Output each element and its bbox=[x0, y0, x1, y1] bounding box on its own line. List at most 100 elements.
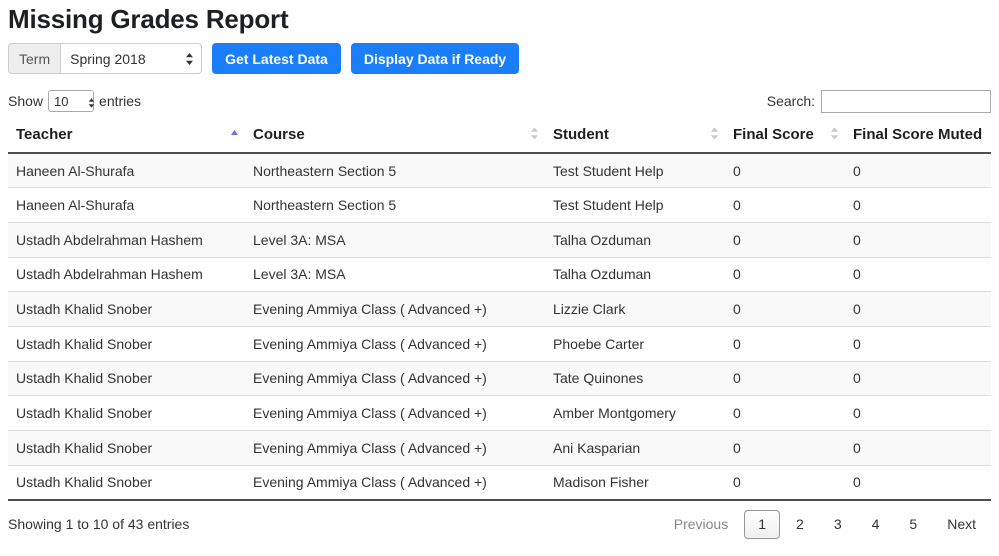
pagination-next[interactable]: Next bbox=[933, 510, 990, 539]
search-label: Search: bbox=[766, 93, 815, 109]
cell-course: Evening Ammiya Class ( Advanced +) bbox=[245, 395, 545, 431]
cell-final-score: 0 bbox=[725, 221, 845, 258]
column-header-student[interactable]: Student bbox=[545, 122, 725, 154]
cell-final-score-muted: 0 bbox=[845, 153, 991, 188]
cell-final-score-muted: 0 bbox=[845, 325, 991, 362]
cell-course: Level 3A: MSA bbox=[245, 256, 545, 292]
term-input-group: Term Spring 2018 bbox=[8, 43, 203, 74]
page-title: Missing Grades Report bbox=[8, 4, 289, 34]
sort-none-icon bbox=[710, 127, 719, 140]
pagination-page[interactable]: 4 bbox=[858, 510, 894, 539]
get-latest-data-button[interactable]: Get Latest Data bbox=[212, 43, 341, 74]
column-label: Final Score Muted bbox=[853, 126, 983, 143]
cell-student: Amber Montgomery bbox=[545, 395, 725, 431]
cell-student: Test Student Help bbox=[545, 187, 725, 223]
column-header-course[interactable]: Course bbox=[245, 122, 545, 154]
cell-final-score: 0 bbox=[725, 464, 845, 501]
page-length-control: Show 10 entries bbox=[8, 90, 141, 112]
missing-grades-table: Teacher Course Student Final Score Final… bbox=[8, 122, 991, 501]
cell-course: Evening Ammiya Class ( Advanced +) bbox=[245, 325, 545, 362]
show-label: Show bbox=[8, 93, 44, 109]
cell-final-score-muted: 0 bbox=[845, 430, 991, 466]
term-select[interactable]: Spring 2018 bbox=[60, 43, 203, 74]
table-row: Ustadh Khalid Snober Evening Ammiya Class… bbox=[8, 291, 991, 327]
cell-teacher: Haneen Al-Shurafa bbox=[8, 187, 245, 223]
cell-teacher: Ustadh Khalid Snober bbox=[8, 430, 245, 466]
cell-student: Talha Ozduman bbox=[545, 221, 725, 258]
pagination-page[interactable]: 2 bbox=[782, 510, 818, 539]
column-label: Teacher bbox=[16, 126, 73, 143]
datatable-toolbar: Show 10 entries Search: bbox=[8, 88, 991, 114]
cell-course: Northeastern Section 5 bbox=[245, 187, 545, 223]
table-body: Haneen Al-Shurafa Northeastern Section 5T… bbox=[8, 153, 991, 501]
cell-teacher: Ustadh Abdelrahman Hashem bbox=[8, 221, 245, 258]
table-row: Haneen Al-Shurafa Northeastern Section 5T… bbox=[8, 153, 991, 188]
cell-course: Evening Ammiya Class ( Advanced +) bbox=[245, 464, 545, 501]
cell-student: Tate Quinones bbox=[545, 360, 725, 396]
table-row: Ustadh Abdelrahman Hashem Level 3A: MSA Ta… bbox=[8, 256, 991, 292]
cell-final-score-muted: 0 bbox=[845, 360, 991, 396]
pagination-page[interactable]: 1 bbox=[744, 509, 781, 539]
table-row: Ustadh Khalid Snober Evening Ammiya Class… bbox=[8, 395, 991, 431]
entries-label: entries bbox=[99, 93, 142, 109]
cell-teacher: Ustadh Khalid Snober bbox=[8, 395, 245, 431]
missing-grades-report-page: Missing Grades Report Term Spring 2018 G… bbox=[0, 0, 999, 556]
search-control: Search: bbox=[766, 89, 991, 113]
sort-none-icon bbox=[830, 127, 839, 140]
pagination-previous[interactable]: Previous bbox=[660, 510, 742, 539]
table-row: Ustadh Khalid Snober Evening Ammiya Class… bbox=[8, 430, 991, 466]
pagination-page[interactable]: 3 bbox=[820, 510, 856, 539]
page-length-select[interactable]: 10 bbox=[48, 90, 95, 112]
sort-none-icon bbox=[530, 127, 539, 140]
cell-teacher: Ustadh Abdelrahman Hashem bbox=[8, 256, 245, 292]
table-row: Ustadh Khalid Snober Evening Ammiya Class… bbox=[8, 464, 991, 501]
pagination-page[interactable]: 5 bbox=[895, 510, 931, 539]
table-row: Haneen Al-Shurafa Northeastern Section 5T… bbox=[8, 187, 991, 223]
cell-teacher: Ustadh Khalid Snober bbox=[8, 291, 245, 327]
cell-final-score-muted: 0 bbox=[845, 464, 991, 501]
cell-final-score: 0 bbox=[725, 395, 845, 431]
table-header-row: Teacher Course Student Final Score Final… bbox=[8, 122, 991, 154]
term-label: Term bbox=[8, 43, 61, 74]
page-length-select-wrapper: 10 bbox=[43, 90, 99, 112]
search-input[interactable] bbox=[821, 89, 991, 113]
column-header-teacher[interactable]: Teacher bbox=[8, 122, 245, 154]
term-select-wrapper: Spring 2018 bbox=[60, 43, 203, 74]
cell-teacher: Ustadh Khalid Snober bbox=[8, 360, 245, 396]
column-header-final-score-muted[interactable]: Final Score Muted bbox=[845, 122, 991, 154]
cell-course: Evening Ammiya Class ( Advanced +) bbox=[245, 291, 545, 327]
cell-final-score: 0 bbox=[725, 360, 845, 396]
cell-course: Evening Ammiya Class ( Advanced +) bbox=[245, 360, 545, 396]
cell-student: Talha Ozduman bbox=[545, 256, 725, 292]
table-info: Showing 1 to 10 of 43 entries bbox=[8, 516, 190, 533]
datatable-footer: Showing 1 to 10 of 43 entries Previous 1… bbox=[8, 509, 991, 539]
table-head: Teacher Course Student Final Score Final… bbox=[8, 122, 991, 154]
column-label: Course bbox=[253, 126, 305, 143]
cell-final-score-muted: 0 bbox=[845, 291, 991, 327]
table-row: Ustadh Khalid Snober Evening Ammiya Class… bbox=[8, 325, 991, 362]
cell-final-score: 0 bbox=[725, 153, 845, 188]
cell-teacher: Haneen Al-Shurafa bbox=[8, 153, 245, 188]
cell-final-score: 0 bbox=[725, 430, 845, 466]
column-label: Student bbox=[553, 126, 609, 143]
cell-course: Northeastern Section 5 bbox=[245, 153, 545, 188]
cell-student: Madison Fisher bbox=[545, 464, 725, 501]
cell-student: Ani Kasparian bbox=[545, 430, 725, 466]
cell-final-score-muted: 0 bbox=[845, 395, 991, 431]
cell-course: Evening Ammiya Class ( Advanced +) bbox=[245, 430, 545, 466]
display-data-if-ready-button[interactable]: Display Data if Ready bbox=[350, 43, 520, 74]
column-label: Final Score bbox=[733, 126, 814, 143]
report-controls: Term Spring 2018 Get Latest Data Display… bbox=[8, 43, 991, 74]
cell-final-score: 0 bbox=[725, 187, 845, 223]
cell-final-score-muted: 0 bbox=[845, 221, 991, 258]
pagination: Previous 12345 Next bbox=[659, 509, 991, 539]
cell-final-score: 0 bbox=[725, 291, 845, 327]
cell-teacher: Ustadh Khalid Snober bbox=[8, 325, 245, 362]
cell-final-score-muted: 0 bbox=[845, 256, 991, 292]
cell-student: Lizzie Clark bbox=[545, 291, 725, 327]
column-header-final-score[interactable]: Final Score bbox=[725, 122, 845, 154]
cell-final-score-muted: 0 bbox=[845, 187, 991, 223]
cell-teacher: Ustadh Khalid Snober bbox=[8, 464, 245, 501]
cell-final-score: 0 bbox=[725, 256, 845, 292]
table-row: Ustadh Abdelrahman Hashem Level 3A: MSA Ta… bbox=[8, 221, 991, 258]
